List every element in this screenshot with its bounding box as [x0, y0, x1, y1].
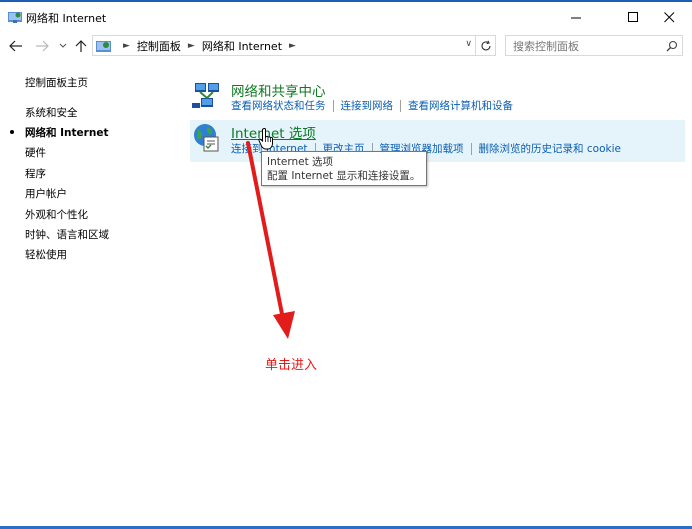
address-dropdown-icon[interactable]: ∨: [465, 39, 472, 49]
address-bar[interactable]: ► 控制面板 ► 网络和 Internet ► ∨: [92, 35, 476, 56]
annotation-arrow-icon: [246, 141, 295, 339]
minimize-icon: [570, 17, 581, 18]
breadcrumb-separator-icon[interactable]: ►: [123, 41, 130, 51]
active-bullet-icon: [10, 130, 14, 134]
link-view-network-computers[interactable]: 查看网络计算机和设备: [408, 98, 513, 113]
sidebar-item-programs[interactable]: 程序: [25, 166, 46, 181]
close-button[interactable]: [646, 2, 692, 32]
sidebar-item-system-security[interactable]: 系统和安全: [25, 105, 78, 120]
recent-locations-button[interactable]: [57, 36, 69, 56]
link-connect-to-network[interactable]: 连接到网络: [341, 98, 394, 113]
minimize-button[interactable]: [553, 2, 599, 32]
search-input[interactable]: 搜索控制面板: [506, 38, 662, 54]
sidebar-item-network-internet[interactable]: 网络和 Internet: [25, 125, 108, 140]
arrow-up-icon: [75, 40, 87, 52]
sidebar-home-link[interactable]: 控制面板主页: [25, 75, 88, 90]
link-divider: [400, 99, 401, 112]
internet-options-icon: [194, 124, 219, 152]
sidebar-item-ease-of-access[interactable]: 轻松使用: [25, 247, 67, 262]
breadcrumb-control-panel[interactable]: 控制面板: [137, 38, 181, 54]
sidebar-item-user-accounts[interactable]: 用户帐户: [25, 186, 67, 201]
arrow-left-icon: [9, 40, 22, 52]
control-panel-window: 网络和 Internet ► 控制面板 ► 网络和 Internet ► ∨ 搜…: [0, 0, 692, 529]
link-divider: [332, 99, 334, 112]
back-button[interactable]: [6, 36, 26, 56]
annotation-label: 单击进入: [265, 358, 318, 373]
maximize-icon: [627, 11, 638, 22]
close-icon: [663, 11, 674, 22]
window-title: 网络和 Internet: [26, 12, 107, 25]
sidebar-item-clock-region[interactable]: 时钟、语言和区域: [25, 227, 109, 242]
up-button[interactable]: [72, 36, 90, 56]
link-view-network-status[interactable]: 查看网络状态和任务: [231, 98, 326, 113]
forward-button[interactable]: [32, 36, 52, 56]
breadcrumb-network-internet[interactable]: 网络和 Internet: [202, 38, 282, 54]
refresh-button[interactable]: [476, 35, 496, 56]
sidebar-item-hardware[interactable]: 硬件: [25, 145, 46, 160]
title-bar[interactable]: 网络和 Internet: [0, 2, 692, 32]
sidebar-item-appearance[interactable]: 外观和个性化: [25, 207, 88, 222]
refresh-icon: [481, 40, 491, 50]
category-network-sharing: 网络和共享中心 查看网络状态和任务 连接到网络 查看网络计算机和设备: [190, 78, 685, 117]
search-box[interactable]: 搜索控制面板: [505, 35, 683, 56]
navigation-bar: ► 控制面板 ► 网络和 Internet ► ∨ 搜索控制面板: [0, 33, 692, 59]
link-delete-history[interactable]: 删除浏览的历史记录和 cookie: [479, 141, 621, 156]
network-sharing-links: 查看网络状态和任务 连接到网络 查看网络计算机和设备: [231, 98, 513, 113]
network-folder-icon: [8, 12, 22, 23]
search-icon[interactable]: [662, 40, 682, 52]
link-divider: [470, 142, 472, 155]
network-sharing-icon: [192, 83, 219, 108]
chevron-down-icon: [59, 43, 67, 48]
breadcrumb-separator-icon[interactable]: ►: [289, 41, 296, 51]
network-sharing-title-link[interactable]: 网络和共享中心: [231, 80, 326, 100]
arrow-right-icon: [36, 40, 49, 52]
network-folder-icon: [96, 40, 111, 52]
breadcrumb-separator-icon[interactable]: ►: [188, 41, 195, 51]
